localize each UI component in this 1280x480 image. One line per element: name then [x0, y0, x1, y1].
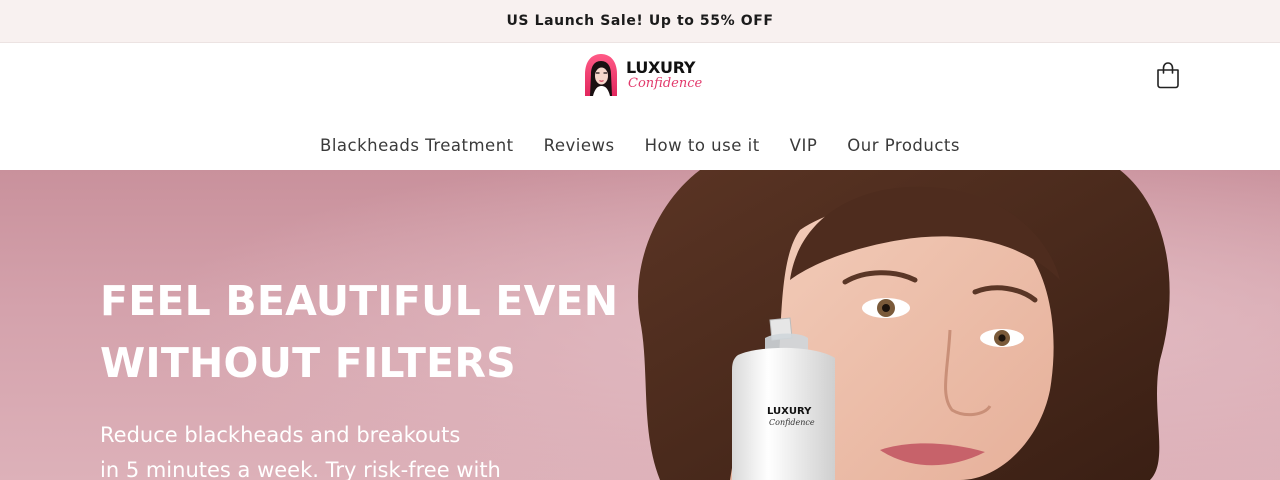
- logo-icon: [584, 52, 618, 98]
- device-label-script: Confidence: [769, 418, 815, 427]
- device-label-word: LUXURY: [767, 406, 812, 417]
- hero-banner: LUXURY Confidence FEEL BEAUTIFUL EVEN WI…: [0, 170, 1280, 480]
- main-nav: Blackheads Treatment Reviews How to use …: [0, 131, 1280, 159]
- nav-item-reviews[interactable]: Reviews: [544, 136, 615, 155]
- cart-icon[interactable]: [1152, 59, 1184, 91]
- brand-logo[interactable]: LUXURY Confidence: [584, 51, 702, 99]
- hero-heading: FEEL BEAUTIFUL EVEN WITHOUT FILTERS: [100, 270, 640, 394]
- nav-item-how-to-use[interactable]: How to use it: [645, 136, 760, 155]
- nav-item-blackheads-treatment[interactable]: Blackheads Treatment: [320, 136, 514, 155]
- hero-subtext-line-2: in 5 minutes a week. Try risk-free with: [100, 458, 501, 480]
- hero-subtext: Reduce blackheads and breakouts in 5 min…: [100, 418, 600, 480]
- logo-word: LUXURY: [626, 58, 696, 77]
- site-header: LUXURY Confidence Blackheads Treatment R…: [0, 43, 1280, 170]
- nav-item-vip[interactable]: VIP: [790, 136, 818, 155]
- nav-item-our-products[interactable]: Our Products: [847, 136, 960, 155]
- hero-heading-line-2: WITHOUT FILTERS: [100, 339, 516, 387]
- announcement-bar: US Launch Sale! Up to 55% OFF: [0, 0, 1280, 43]
- hero-subtext-line-1: Reduce blackheads and breakouts: [100, 423, 461, 447]
- hero-heading-line-1: FEEL BEAUTIFUL EVEN: [100, 277, 619, 325]
- logo-text: LUXURY Confidence: [626, 58, 703, 91]
- announcement-text: US Launch Sale! Up to 55% OFF: [506, 13, 774, 29]
- logo-script: Confidence: [628, 76, 703, 91]
